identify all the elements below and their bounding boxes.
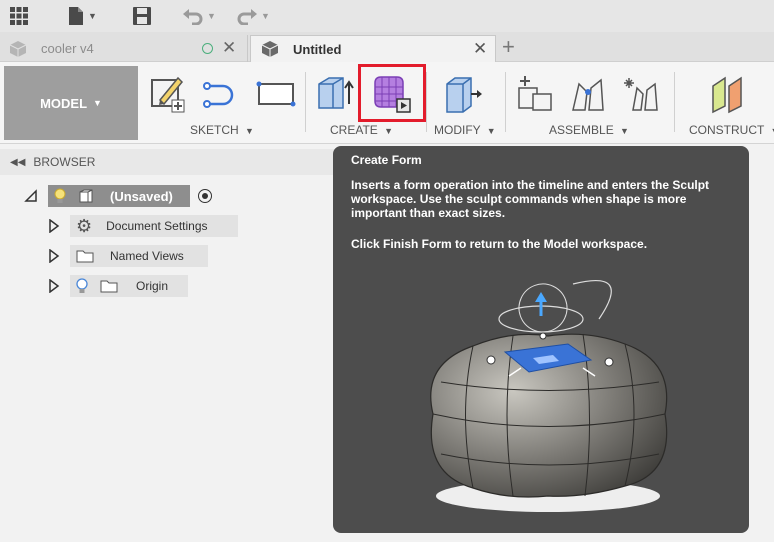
browser-title: BROWSER [33, 155, 96, 169]
offset-plane-icon [712, 76, 742, 114]
workspace-label: MODEL [40, 95, 88, 111]
rectangle-tool-button[interactable] [254, 74, 298, 114]
modify-group-menu[interactable]: MODIFY ▼ [434, 123, 496, 137]
press-pull-icon [446, 77, 482, 113]
tab-untitled[interactable]: Untitled ✕ [250, 35, 496, 62]
chevron-down-icon: ▼ [384, 126, 394, 136]
browser-item-named-views[interactable]: Named Views [48, 245, 208, 267]
sketch-group-menu[interactable]: SKETCH ▼ [190, 123, 254, 137]
quick-access-toolbar: ▼ ▼ ▼ [0, 0, 774, 32]
extrude-button[interactable] [314, 74, 356, 114]
tab-label: Untitled [293, 41, 342, 57]
chevron-down-icon: ▼ [245, 126, 254, 136]
collapsed-triangle-icon[interactable] [48, 219, 60, 233]
group-label: SKETCH [190, 123, 239, 137]
press-pull-button[interactable] [440, 74, 484, 114]
chevron-down-icon: ▼ [93, 98, 102, 108]
node-box[interactable]: Origin [70, 275, 188, 297]
collapsed-triangle-icon[interactable] [48, 279, 60, 293]
tab-label: cooler v4 [41, 41, 94, 56]
construct-group-menu[interactable]: CONSTRUCT ▼ [689, 123, 774, 137]
toolbar-ribbon: MODEL ▼ SKETCH ▼ CREATE ▼ MODIFY ▼ ASSEM… [0, 62, 774, 144]
collapsed-triangle-icon[interactable] [48, 249, 60, 263]
list-item-label: Document Settings [106, 219, 208, 233]
chevron-down-icon: ▼ [261, 11, 270, 21]
fusion-window: ▼ ▼ ▼ cooler v4 ✕ Untitled ✕ + MODEL ▼ S… [0, 0, 774, 542]
workspace-switcher[interactable]: MODEL ▼ [4, 66, 138, 140]
lightbulb-off-icon[interactable] [76, 278, 88, 294]
group-label: MODIFY [434, 123, 481, 137]
chevron-down-icon: ▼ [620, 126, 629, 136]
create-sketch-button[interactable] [146, 74, 190, 114]
sketch-icon [151, 76, 185, 113]
new-component-button[interactable] [514, 74, 558, 114]
divider [305, 72, 306, 132]
browser-item-document-settings[interactable]: ⚙ Document Settings [48, 215, 238, 237]
tooltip-note: Click Finish Form to return to the Model… [351, 237, 648, 251]
browser-root-node[interactable]: (Unsaved) [24, 185, 212, 207]
list-item-label: Origin [136, 279, 169, 293]
close-icon[interactable]: ✕ [222, 38, 236, 58]
root-node-label: (Unsaved) [110, 188, 173, 204]
activate-radio-icon[interactable] [198, 189, 212, 203]
arc-icon [203, 82, 234, 108]
component-icon [261, 41, 279, 57]
save-button[interactable] [132, 0, 152, 32]
expanded-triangle-icon[interactable] [24, 189, 38, 203]
create-form-tooltip: Create Form Inserts a form operation int… [333, 146, 749, 533]
highlight-box [358, 64, 426, 122]
collapse-panel-icon[interactable]: ◀◀ [10, 157, 25, 168]
assemble-group-menu[interactable]: ASSEMBLE ▼ [549, 123, 629, 137]
as-built-joint-icon [624, 78, 658, 111]
new-tab-button[interactable]: + [502, 34, 515, 60]
save-icon [133, 7, 151, 25]
as-built-joint-button[interactable] [620, 74, 664, 114]
divider [426, 72, 427, 132]
group-label: CONSTRUCT [689, 123, 765, 137]
folder-icon [76, 250, 94, 263]
extrude-icon [318, 77, 354, 109]
tab-cooler-v4[interactable]: cooler v4 ✕ [0, 35, 248, 62]
component-icon [9, 40, 27, 57]
create-group-menu[interactable]: CREATE ▼ [330, 123, 393, 137]
divider [505, 72, 506, 132]
redo-icon [237, 9, 257, 25]
chevron-down-icon: ▼ [88, 11, 97, 21]
rectangle-icon [256, 81, 296, 107]
joint-button[interactable] [566, 74, 610, 114]
arc-tool-button[interactable] [200, 74, 244, 114]
new-component-icon [518, 76, 552, 111]
redo-button[interactable]: ▼ [236, 0, 270, 32]
grid-icon [10, 7, 28, 25]
chevron-down-icon: ▼ [770, 126, 774, 136]
offset-plane-button[interactable] [706, 74, 750, 114]
root-node-box[interactable]: (Unsaved) [48, 185, 190, 207]
component-icon [79, 189, 93, 203]
tooltip-title: Create Form [351, 153, 422, 167]
browser-header[interactable]: ◀◀ BROWSER [0, 149, 338, 175]
folder-icon [100, 280, 118, 293]
chevron-down-icon: ▼ [207, 11, 216, 21]
tooltip-description: Inserts a form operation into the timeli… [351, 178, 710, 220]
document-tab-bar: cooler v4 ✕ Untitled ✕ + [0, 32, 774, 62]
lightbulb-icon[interactable] [54, 188, 66, 204]
file-menu-button[interactable]: ▼ [67, 0, 97, 32]
file-icon [69, 7, 83, 25]
gear-icon: ⚙ [76, 216, 93, 236]
group-label: CREATE [330, 123, 378, 137]
list-item-label: Named Views [110, 249, 184, 263]
joint-icon [572, 78, 604, 111]
group-label: ASSEMBLE [549, 123, 614, 137]
status-circle-icon [202, 43, 213, 54]
browser-item-origin[interactable]: Origin [48, 275, 188, 297]
app-menu-button[interactable] [9, 0, 29, 32]
divider [674, 72, 675, 132]
chevron-down-icon: ▼ [486, 126, 496, 136]
sculpt-form-illustration [430, 280, 668, 512]
undo-button[interactable]: ▼ [182, 0, 216, 32]
undo-icon [183, 9, 203, 25]
close-icon[interactable]: ✕ [473, 39, 487, 59]
node-box[interactable]: Named Views [70, 245, 208, 267]
node-box[interactable]: ⚙ Document Settings [70, 215, 238, 237]
